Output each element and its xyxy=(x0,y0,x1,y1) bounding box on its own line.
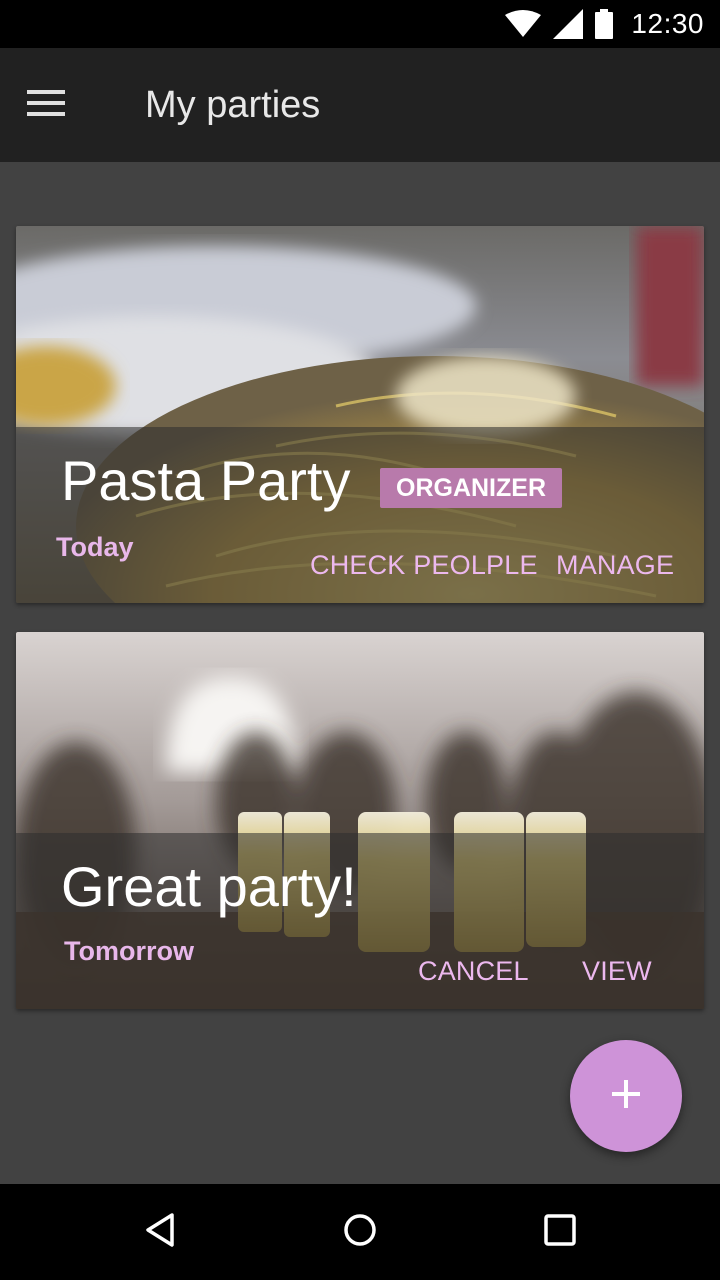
party-date: Today xyxy=(56,532,134,562)
home-button[interactable] xyxy=(336,1208,384,1256)
app-bar: My parties xyxy=(0,48,720,162)
back-icon xyxy=(142,1212,178,1253)
party-list: Pasta Party ORGANIZER Today CHECK PEOLPL… xyxy=(0,162,720,1184)
party-date: Tomorrow xyxy=(64,936,194,966)
party-title: Pasta Party xyxy=(61,449,351,512)
party-title: Great party! xyxy=(61,855,357,918)
cancel-button[interactable]: CANCEL xyxy=(418,956,529,987)
wifi-icon xyxy=(505,10,542,38)
party-card[interactable]: Great party! Tomorrow CANCEL VIEW xyxy=(16,632,704,1009)
page-title: My parties xyxy=(145,84,321,126)
add-party-button[interactable] xyxy=(570,1040,682,1152)
back-button[interactable] xyxy=(136,1208,184,1256)
home-icon xyxy=(342,1212,378,1253)
organizer-badge: ORGANIZER xyxy=(380,468,562,508)
status-icons: 12:30 xyxy=(505,0,704,48)
plus-icon xyxy=(610,1078,642,1115)
status-time: 12:30 xyxy=(631,8,704,39)
hamburger-menu-icon xyxy=(27,89,65,121)
recents-icon xyxy=(542,1212,578,1253)
status-bar: 12:30 xyxy=(0,0,720,48)
recents-button[interactable] xyxy=(536,1208,584,1256)
manage-button[interactable]: MANAGE xyxy=(556,550,674,581)
check-people-button[interactable]: CHECK PEOLPLE xyxy=(310,550,538,581)
system-nav-bar xyxy=(0,1184,720,1280)
menu-button[interactable] xyxy=(22,81,70,129)
cell-signal-icon xyxy=(553,9,584,39)
view-button[interactable]: VIEW xyxy=(582,956,652,987)
battery-icon xyxy=(595,9,614,39)
party-card[interactable]: Pasta Party ORGANIZER Today CHECK PEOLPL… xyxy=(16,226,704,603)
